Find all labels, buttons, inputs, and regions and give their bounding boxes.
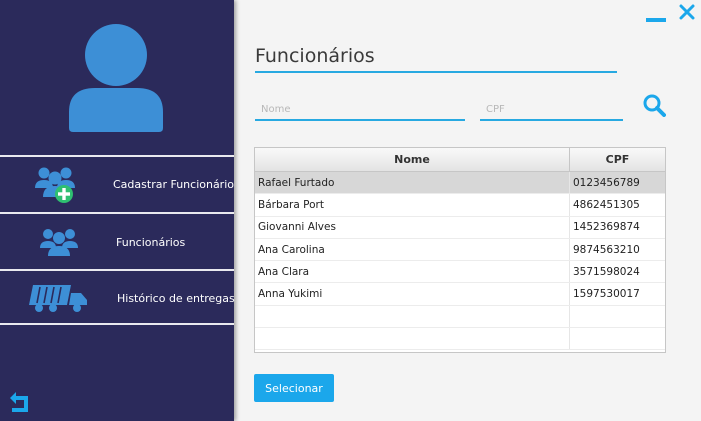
cell-cpf: 9874563210 (573, 243, 640, 256)
cell-nome: Anna Yukimi (255, 283, 570, 305)
user-avatar-icon (69, 24, 163, 132)
select-button[interactable]: Selecionar (254, 374, 334, 402)
table-row[interactable]: Anna Yukimi 1597530017 (255, 283, 665, 306)
sidebar-item-label: Histórico de entregas (117, 292, 235, 305)
cell-cpf: 4862451305 (573, 198, 640, 211)
employees-table: Nome CPF Rafael Furtado 0123456789 Bárba… (254, 147, 666, 353)
cpf-search-input[interactable] (480, 99, 623, 121)
minimize-icon[interactable] (646, 12, 666, 24)
cell-cpf: 1452369874 (573, 221, 640, 234)
truck-icon (29, 285, 87, 312)
table-row[interactable]: Giovanni Alves 1452369874 (255, 216, 665, 239)
sidebar: Cadastrar Funcionário Funcionários Histó… (0, 0, 235, 421)
cell-empty (570, 306, 665, 327)
title-underline (255, 71, 617, 73)
page-title: Funcionários (255, 45, 375, 67)
table-row-empty (255, 328, 665, 351)
cell-empty (255, 305, 570, 328)
table-body: Rafael Furtado 0123456789 Bárbara Port 4… (255, 172, 665, 351)
table-row[interactable]: Ana Clara 3571598024 (255, 261, 665, 284)
column-header-cpf[interactable]: CPF (570, 148, 665, 171)
cell-nome: Ana Carolina (255, 238, 570, 261)
sidebar-item-cadastrar-funcionario[interactable]: Cadastrar Funcionário (0, 157, 234, 213)
table-row[interactable]: Ana Carolina 9874563210 (255, 238, 665, 262)
cell-cpf: 1597530017 (573, 288, 640, 301)
close-icon[interactable] (679, 4, 695, 20)
table-row[interactable]: Bárbara Port 4862451305 (255, 194, 665, 217)
cell-nome: Rafael Furtado (255, 172, 570, 194)
search-icon[interactable] (642, 93, 666, 117)
add-user-group-icon (35, 167, 75, 203)
cell-empty (255, 328, 570, 350)
table-header: Nome CPF (255, 148, 665, 172)
users-group-icon (40, 229, 78, 256)
nome-search-input[interactable] (255, 99, 465, 121)
sidebar-item-funcionarios[interactable]: Funcionários (0, 214, 234, 270)
cell-nome: Bárbara Port (255, 194, 570, 216)
cell-nome: Ana Clara (255, 261, 570, 283)
sidebar-divider (0, 323, 234, 325)
sidebar-item-label: Cadastrar Funcionário (113, 178, 234, 191)
back-arrow-icon[interactable] (6, 390, 32, 414)
cell-cpf: 3571598024 (573, 265, 640, 278)
cell-cpf: 0123456789 (573, 176, 640, 189)
cell-nome: Giovanni Alves (255, 216, 570, 238)
sidebar-item-historico-de-entregas[interactable]: Histórico de entregas (0, 271, 235, 327)
sidebar-item-label: Funcionários (116, 236, 186, 249)
cell-empty (570, 328, 665, 349)
table-row[interactable]: Rafael Furtado 0123456789 (255, 172, 665, 195)
column-header-nome[interactable]: Nome (255, 148, 570, 171)
table-row-empty (255, 305, 665, 329)
